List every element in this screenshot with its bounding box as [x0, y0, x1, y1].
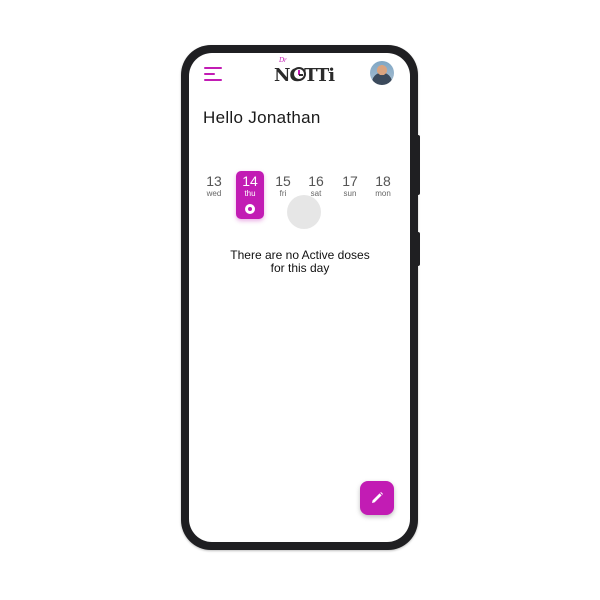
date-number: 15 — [275, 173, 291, 189]
date-number: 18 — [375, 173, 391, 189]
date-weekday: thu — [244, 189, 256, 198]
date-weekday: sun — [343, 189, 357, 198]
date-number: 16 — [308, 173, 324, 189]
avatar[interactable] — [370, 61, 394, 85]
date-weekday: mon — [375, 189, 391, 198]
date-weekday: wed — [206, 189, 222, 198]
volume-button — [416, 135, 420, 195]
greeting-title: Hello Jonathan — [203, 108, 321, 127]
pencil-icon — [372, 492, 383, 503]
date-item-18[interactable]: 18 mon — [369, 171, 397, 219]
power-button — [416, 232, 420, 266]
hamburger-menu-icon[interactable] — [204, 66, 224, 82]
date-weekday: fri — [279, 189, 287, 198]
logo-prefix: Dr — [279, 56, 287, 64]
date-item-13[interactable]: 13 wed — [200, 171, 228, 219]
date-number: 17 — [342, 173, 358, 189]
empty-state-message: There are no Active doses for this day — [209, 249, 391, 275]
edit-fab-button[interactable] — [360, 481, 394, 515]
date-number: 13 — [206, 173, 222, 189]
stage: Dr NOTTi Hello Jonathan 13 wed 14 thu 15… — [0, 0, 600, 600]
empty-state-line-2: for this day — [270, 261, 330, 275]
app-logo: Dr NOTTi — [273, 56, 335, 86]
touch-indicator — [287, 195, 321, 229]
date-number: 14 — [242, 173, 258, 189]
date-item-14-selected[interactable]: 14 thu — [236, 171, 264, 219]
app-screen: Dr NOTTi Hello Jonathan 13 wed 14 thu 15… — [189, 53, 410, 542]
date-item-17[interactable]: 17 sun — [336, 171, 364, 219]
selected-dot-icon — [245, 204, 255, 214]
clock-icon — [292, 67, 306, 81]
